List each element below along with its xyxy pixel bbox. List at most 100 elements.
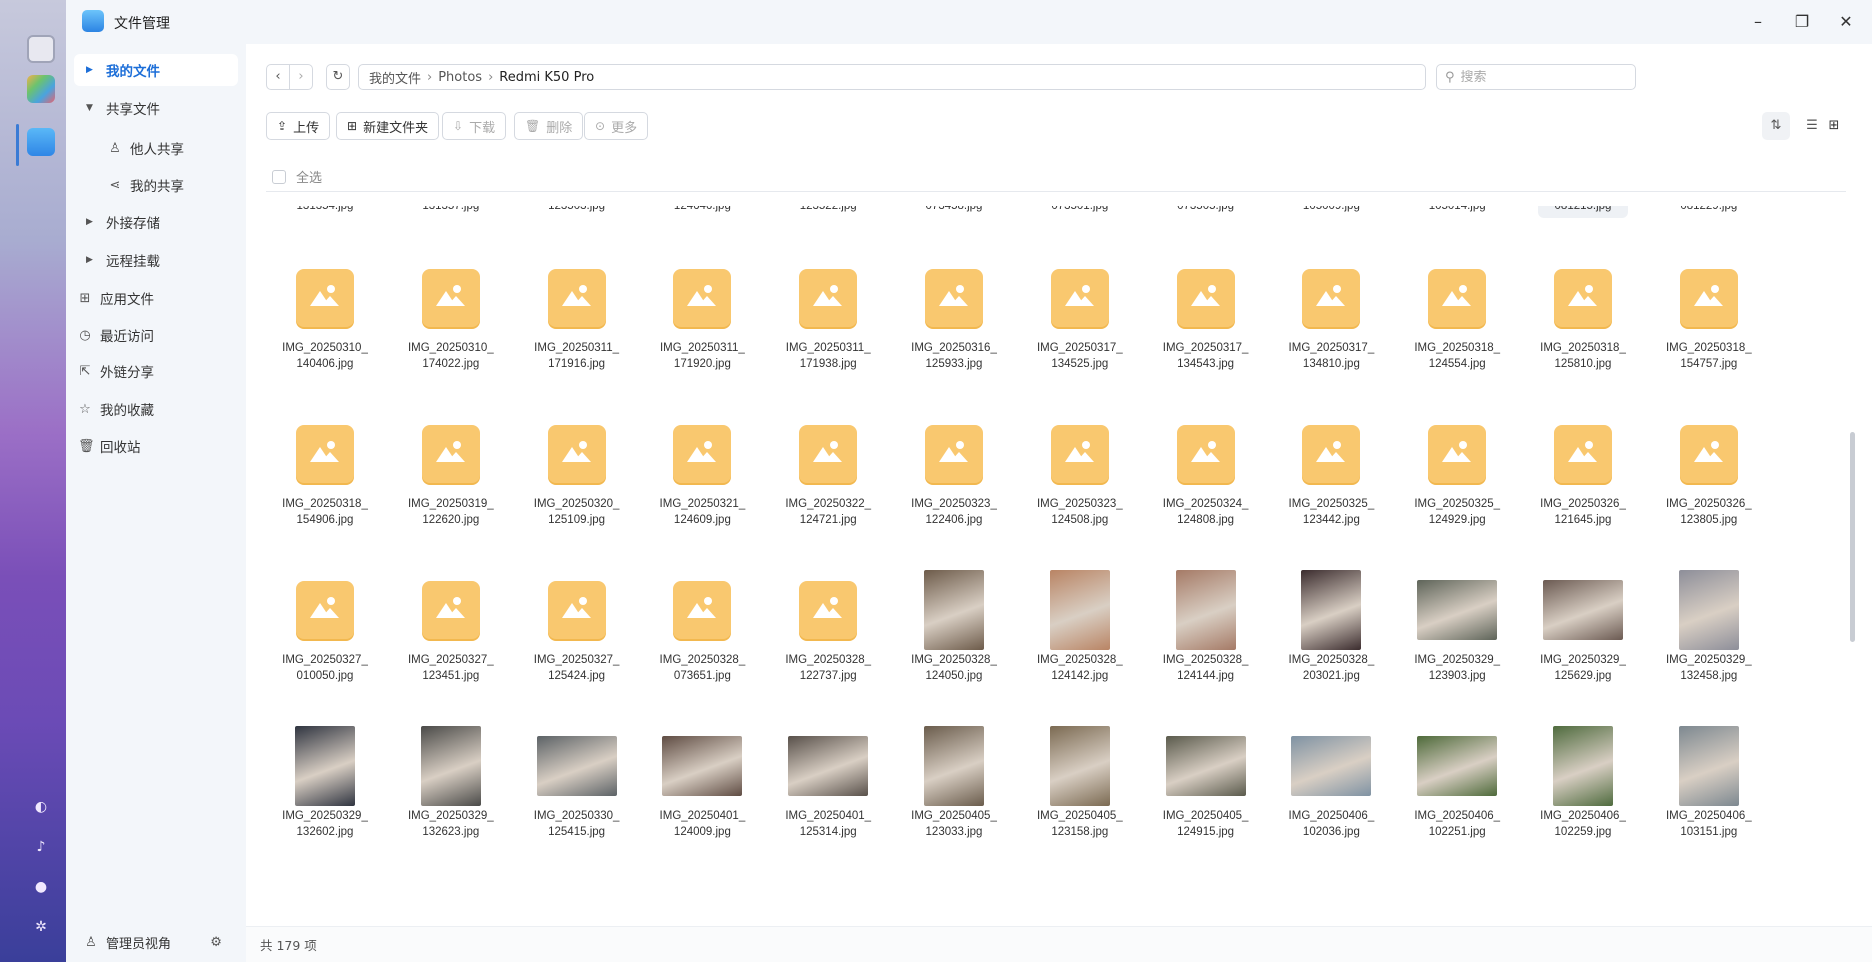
caret-right-icon[interactable]: ▶ bbox=[86, 255, 98, 265]
minimize-button[interactable]: – bbox=[1746, 10, 1770, 34]
file-tile[interactable]: IMG_20250318_ 124554.jpg bbox=[1412, 258, 1502, 376]
forward-button[interactable]: › bbox=[289, 64, 313, 90]
file-tile[interactable]: IMG_20250318_ 125810.jpg bbox=[1538, 258, 1628, 376]
file-tile[interactable]: IMG_20250310_081229.jpg bbox=[1664, 206, 1754, 218]
caret-right-icon[interactable]: ▶ bbox=[86, 65, 98, 75]
file-tile[interactable]: IMG_20250328_ 124144.jpg bbox=[1161, 570, 1251, 688]
file-tile[interactable]: IMG_20250324_ 124808.jpg bbox=[1161, 414, 1251, 532]
file-tile[interactable]: IMG_20250330_ 125415.jpg bbox=[532, 726, 622, 844]
file-tile[interactable]: IMG_20250328_ 124050.jpg bbox=[909, 570, 999, 688]
file-tile[interactable]: IMG_20250405_ 123033.jpg bbox=[909, 726, 999, 844]
sort-button[interactable]: ⇅ bbox=[1762, 112, 1790, 140]
file-tile[interactable]: IMG_20250321_ 124609.jpg bbox=[657, 414, 747, 532]
file-tile[interactable]: IMG_20250325_ 124929.jpg bbox=[1412, 414, 1502, 532]
file-tile[interactable]: IMG_20250307_073505.jpg bbox=[1161, 206, 1251, 218]
file-tile[interactable]: IMG_20250329_ 132623.jpg bbox=[406, 726, 496, 844]
file-tile[interactable]: IMG_20250306_123522.jpg bbox=[783, 206, 873, 218]
file-tile[interactable]: IMG_20250311_ 171916.jpg bbox=[532, 258, 622, 376]
file-tile[interactable]: IMG_20250302_131357.jpg bbox=[406, 206, 496, 218]
close-button[interactable]: ✕ bbox=[1834, 10, 1858, 34]
refresh-button[interactable]: ↻ bbox=[326, 64, 350, 90]
upload-button[interactable]: ⇪ 上传 bbox=[266, 112, 331, 140]
file-tile[interactable]: IMG_20250325_ 123442.jpg bbox=[1286, 414, 1376, 532]
file-tile[interactable]: IMG_20250329_ 123903.jpg bbox=[1412, 570, 1502, 688]
sidebar-item-link-share[interactable]: ⇱ 外链分享 bbox=[74, 355, 238, 387]
sidebar-item-my-files[interactable]: ▶ 我的文件 bbox=[74, 54, 238, 86]
file-tile[interactable]: IMG_20250319_ 122620.jpg bbox=[406, 414, 496, 532]
breadcrumb-item[interactable]: Redmi K50 Pro bbox=[499, 70, 594, 85]
file-tile[interactable]: IMG_20250317_ 134525.jpg bbox=[1035, 258, 1125, 376]
file-tile[interactable]: IMG_20250328_ 124142.jpg bbox=[1035, 570, 1125, 688]
file-tile[interactable]: IMG_20250310_ 174022.jpg bbox=[406, 258, 496, 376]
file-tile[interactable]: IMG_20250327_ 010050.jpg bbox=[280, 570, 370, 688]
file-tile[interactable]: IMG_20250310_081215.jpg bbox=[1538, 206, 1628, 218]
settings-icon[interactable]: ✲ bbox=[32, 918, 50, 936]
more-button[interactable]: ⊙ 更多 bbox=[584, 112, 649, 140]
delete-button[interactable]: 🗑 删除 bbox=[514, 112, 584, 140]
admin-view-label[interactable]: 管理员视角 bbox=[106, 933, 171, 952]
select-all-checkbox[interactable] bbox=[272, 169, 286, 184]
file-tile[interactable]: IMG_20250405_ 124915.jpg bbox=[1161, 726, 1251, 844]
file-tile[interactable]: IMG_20250310_ 140406.jpg bbox=[280, 258, 370, 376]
file-tile[interactable]: IMG_20250405_ 123158.jpg bbox=[1035, 726, 1125, 844]
file-tile[interactable]: IMG_20250401_ 124009.jpg bbox=[657, 726, 747, 844]
file-tile[interactable]: IMG_20250327_ 125424.jpg bbox=[532, 570, 622, 688]
breadcrumb-item[interactable]: Photos bbox=[438, 70, 482, 85]
grid-view-icon[interactable]: ⊞ bbox=[1820, 112, 1848, 140]
search-box[interactable]: ⚲ bbox=[1436, 64, 1636, 90]
file-tile[interactable]: IMG_20250329_ 132602.jpg bbox=[280, 726, 370, 844]
file-tile[interactable]: IMG_20250406_ 102259.jpg bbox=[1538, 726, 1628, 844]
user-icon[interactable]: ● bbox=[32, 878, 50, 896]
new-folder-button[interactable]: ⊞ 新建文件夹 bbox=[336, 112, 440, 140]
file-tile[interactable]: IMG_20250406_ 103151.jpg bbox=[1664, 726, 1754, 844]
sidebar-item-recycle-bin[interactable]: 🗑 回收站 bbox=[74, 430, 238, 462]
caret-down-icon[interactable]: ▼ bbox=[86, 103, 98, 113]
file-tile[interactable]: IMG_20250328_ 203021.jpg bbox=[1286, 570, 1376, 688]
file-tile[interactable]: IMG_20250316_ 125933.jpg bbox=[909, 258, 999, 376]
file-tile[interactable]: IMG_20250328_ 122737.jpg bbox=[783, 570, 873, 688]
sidebar-item-shared-with-me[interactable]: ♙ 他人共享 bbox=[74, 132, 238, 164]
file-tile[interactable]: IMG_20250305_124646.jpg bbox=[657, 206, 747, 218]
sidebar-item-my-shares[interactable]: ⋖ 我的共享 bbox=[74, 169, 238, 201]
monitor-app-icon[interactable] bbox=[27, 35, 55, 63]
file-tile[interactable]: IMG_20250323_ 122406.jpg bbox=[909, 414, 999, 532]
scrollbar[interactable] bbox=[1850, 432, 1855, 642]
sidebar-item-app-files[interactable]: ⊞ 应用文件 bbox=[74, 282, 238, 314]
sidebar-item-shared-files[interactable]: ▼ 共享文件 bbox=[74, 92, 238, 124]
file-tile[interactable]: IMG_20250406_ 102251.jpg bbox=[1412, 726, 1502, 844]
file-tile[interactable]: IMG_20250311_ 171920.jpg bbox=[657, 258, 747, 376]
file-tile[interactable]: IMG_20250328_ 073651.jpg bbox=[657, 570, 747, 688]
sidebar-item-recent[interactable]: ◷ 最近访问 bbox=[74, 319, 238, 351]
file-tile[interactable]: IMG_20250318_ 154757.jpg bbox=[1664, 258, 1754, 376]
file-tile[interactable]: IMG_20250307_073458.jpg bbox=[909, 206, 999, 218]
file-tile[interactable]: IMG_20250308_105009.jpg bbox=[1286, 206, 1376, 218]
breadcrumb[interactable]: 我的文件 › Photos › Redmi K50 Pro bbox=[358, 64, 1426, 90]
performance-icon[interactable]: ◐ bbox=[32, 798, 50, 816]
app-center-icon[interactable] bbox=[27, 75, 55, 103]
file-tile[interactable]: IMG_20250317_ 134543.jpg bbox=[1161, 258, 1251, 376]
select-all-label[interactable]: 全选 bbox=[296, 167, 322, 186]
file-tile[interactable]: IMG_20250401_ 125314.jpg bbox=[783, 726, 873, 844]
sidebar-item-favorites[interactable]: ☆ 我的收藏 bbox=[74, 393, 238, 425]
file-tile[interactable]: IMG_20250327_ 123451.jpg bbox=[406, 570, 496, 688]
file-manager-app-icon[interactable] bbox=[27, 128, 55, 156]
search-input[interactable] bbox=[1460, 69, 1621, 85]
file-tile[interactable]: IMG_20250320_ 125109.jpg bbox=[532, 414, 622, 532]
file-tile[interactable]: IMG_20250307_073501.jpg bbox=[1035, 206, 1125, 218]
file-tile[interactable]: IMG_20250318_ 154906.jpg bbox=[280, 414, 370, 532]
caret-right-icon[interactable]: ▶ bbox=[86, 217, 98, 227]
file-tile[interactable]: IMG_20250406_ 102036.jpg bbox=[1286, 726, 1376, 844]
sidebar-item-remote-mount[interactable]: ▶ 远程挂载 bbox=[74, 244, 238, 276]
file-tile[interactable]: IMG_20250304_123503.jpg bbox=[532, 206, 622, 218]
file-tile[interactable]: IMG_20250323_ 124508.jpg bbox=[1035, 414, 1125, 532]
file-tile[interactable]: IMG_20250317_ 134810.jpg bbox=[1286, 258, 1376, 376]
breadcrumb-item[interactable]: 我的文件 bbox=[369, 68, 421, 87]
file-tile[interactable]: IMG_20250308_105014.jpg bbox=[1412, 206, 1502, 218]
maximize-button[interactable]: ❐ bbox=[1790, 10, 1814, 34]
download-button[interactable]: ⇩ 下载 bbox=[442, 112, 507, 140]
file-tile[interactable]: IMG_20250302_131354.jpg bbox=[280, 206, 370, 218]
file-tile[interactable]: IMG_20250326_ 123805.jpg bbox=[1664, 414, 1754, 532]
file-tile[interactable]: IMG_20250329_ 125629.jpg bbox=[1538, 570, 1628, 688]
back-button[interactable]: ‹ bbox=[266, 64, 290, 90]
file-tile[interactable]: IMG_20250326_ 121645.jpg bbox=[1538, 414, 1628, 532]
